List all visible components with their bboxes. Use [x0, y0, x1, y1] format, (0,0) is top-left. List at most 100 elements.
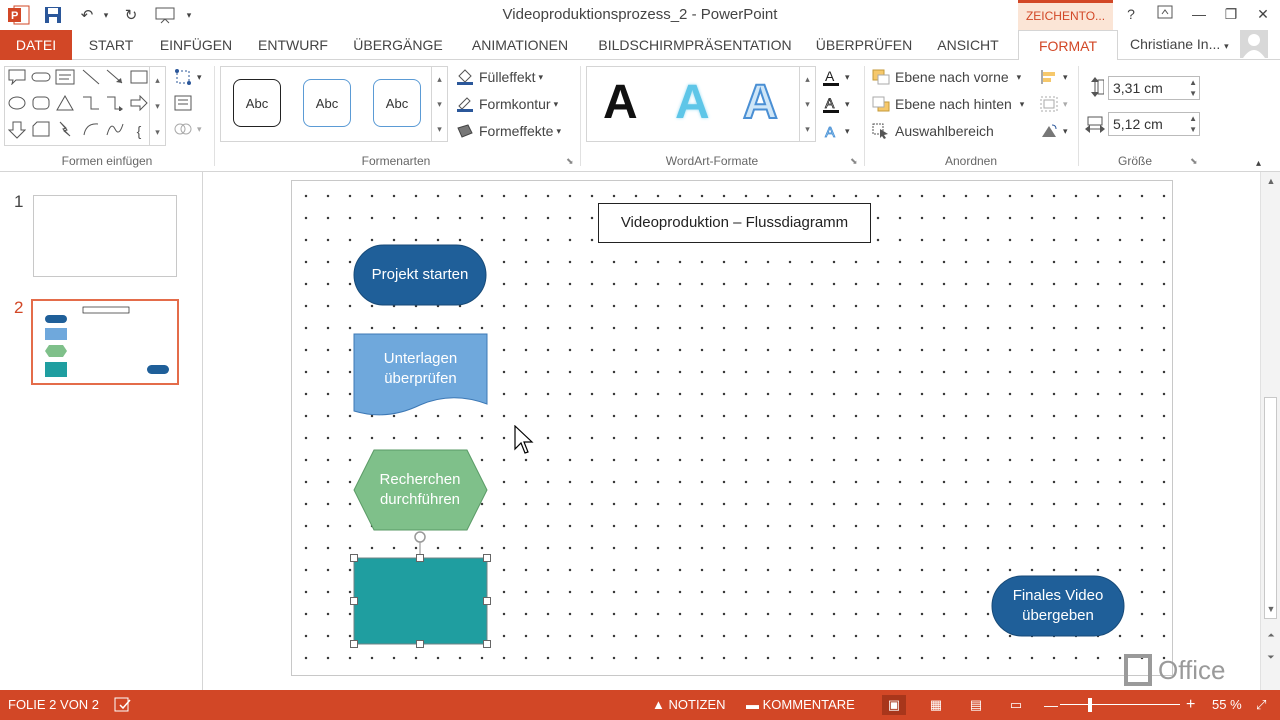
resize-handle[interactable] — [416, 554, 424, 562]
comments-button[interactable]: ▬ KOMMENTARE — [746, 690, 855, 720]
merge-shapes-button[interactable]: ▾ — [174, 118, 202, 140]
styles-scroll-down-icon[interactable]: ▾ — [431, 92, 447, 117]
restore-icon[interactable]: ❐ — [1216, 3, 1246, 25]
shape-style-dark[interactable]: Abc — [233, 79, 281, 127]
shape-styles-launcher-icon[interactable]: ⬊ — [566, 156, 574, 167]
brace-shape-icon[interactable]: { — [129, 121, 149, 141]
shape-style-blue[interactable]: Abc — [303, 79, 351, 127]
tab-review[interactable]: ÜBERPRÜFEN — [810, 30, 918, 60]
wordart-launcher-icon[interactable]: ⬊ — [850, 156, 858, 167]
resize-handle[interactable] — [350, 554, 358, 562]
resize-handle[interactable] — [483, 640, 491, 648]
save-icon[interactable] — [40, 4, 66, 26]
textbox-shape-icon[interactable] — [55, 69, 75, 89]
shape-styles-gallery[interactable]: Abc Abc Abc ▴ ▾ ▾ — [220, 66, 448, 142]
spellcheck-icon[interactable] — [114, 690, 132, 720]
text-effects-button[interactable]: A ▾ — [822, 120, 850, 142]
shape-style-light[interactable]: Abc — [373, 79, 421, 127]
wordart-style-black[interactable]: A — [603, 75, 638, 130]
user-account[interactable]: Christiane In... ▾ — [1130, 30, 1229, 60]
tab-file[interactable]: DATEI — [0, 30, 72, 60]
ribbon-display-icon[interactable] — [1150, 3, 1180, 25]
collapse-ribbon-icon[interactable]: ▴ — [1256, 152, 1261, 174]
undo-icon[interactable]: ↶ — [74, 4, 100, 26]
zoom-slider[interactable] — [1060, 704, 1180, 705]
drawing-tools-context-tab[interactable]: ZEICHENTO... — [1018, 0, 1113, 30]
edit-shape-button[interactable]: ▾ — [174, 66, 202, 88]
lightning-shape-icon[interactable] — [55, 121, 75, 141]
rounded-rectangle-shape-icon[interactable] — [31, 95, 51, 115]
shape-outline-button[interactable]: Formkontur ▾ — [456, 93, 558, 115]
tab-animations[interactable]: ANIMATIONEN — [460, 30, 580, 60]
curve-shape-icon[interactable] — [105, 121, 125, 141]
block-arrow-shape-icon[interactable] — [129, 94, 149, 115]
align-button[interactable]: ▾ — [1040, 66, 1068, 88]
shapes-more-icon[interactable]: ▾ — [149, 119, 165, 145]
zoom-slider-thumb[interactable] — [1088, 698, 1092, 712]
slide-sorter-view-icon[interactable]: ▦ — [924, 695, 948, 715]
wordart-style-outline[interactable]: A — [742, 75, 779, 130]
next-slide-icon[interactable]: ⏷ — [1261, 652, 1280, 663]
textbox-button[interactable] — [174, 92, 197, 114]
resize-handle[interactable] — [350, 640, 358, 648]
undo-dropdown-icon[interactable]: ▾ — [100, 4, 112, 26]
close-icon[interactable]: ✕ — [1248, 3, 1278, 25]
redo-icon[interactable]: ↻ — [118, 4, 144, 26]
tab-view[interactable]: ANSICHT — [928, 30, 1008, 60]
slide-title-box[interactable]: Videoproduktion – Flussdiagramm — [598, 203, 871, 243]
wordart-gallery[interactable]: A A A ▴ ▾ ▾ — [586, 66, 816, 142]
shape-fill-button[interactable]: Fülleffekt ▾ — [456, 66, 543, 88]
resize-handle[interactable] — [350, 597, 358, 605]
oval-shape-icon[interactable] — [7, 95, 27, 115]
resize-handle[interactable] — [483, 554, 491, 562]
triangle-shape-icon[interactable] — [55, 94, 75, 115]
slide-thumbnail-2[interactable] — [31, 299, 179, 385]
minimize-icon[interactable]: — — [1184, 3, 1214, 25]
shapes-scroll-down-icon[interactable]: ▾ — [149, 93, 165, 119]
send-backward-button[interactable]: Ebene nach hinten ▾ — [872, 93, 1024, 115]
node-label-deliver-video[interactable]: Finales Video übergeben — [1004, 583, 1112, 629]
arrow-line-shape-icon[interactable] — [105, 69, 125, 89]
tab-slideshow[interactable]: BILDSCHIRMPRÄSENTATION — [590, 30, 800, 60]
customize-toolbar-icon[interactable]: ▾ — [182, 4, 196, 26]
avatar[interactable] — [1240, 30, 1268, 58]
node-label-process[interactable] — [354, 558, 487, 644]
scrollbar-thumb[interactable] — [1264, 397, 1277, 619]
rounded-oval-shape-icon[interactable] — [31, 69, 51, 89]
wordart-style-glow[interactable]: A — [675, 75, 710, 130]
start-slideshow-icon[interactable] — [152, 4, 178, 26]
zoom-in-icon[interactable]: + — [1186, 690, 1195, 720]
rectangle-shape-icon[interactable] — [129, 69, 149, 89]
text-outline-button[interactable]: A ▾ — [822, 93, 850, 115]
previous-slide-icon[interactable]: ⏶ — [1261, 630, 1280, 641]
tab-insert[interactable]: EINFÜGEN — [152, 30, 240, 60]
resize-handle[interactable] — [416, 640, 424, 648]
tab-start[interactable]: START — [80, 30, 142, 60]
text-fill-button[interactable]: A ▾ — [822, 66, 850, 88]
bring-forward-button[interactable]: Ebene nach vorne ▾ — [872, 66, 1021, 88]
height-spinner-icon[interactable]: ▲ ▼ — [1189, 77, 1197, 99]
scroll-up-icon[interactable]: ▲ — [1261, 176, 1280, 186]
help-icon[interactable]: ? — [1116, 3, 1146, 25]
slide-thumbnail-1[interactable] — [33, 195, 177, 277]
node-label-check-documents[interactable]: Unterlagen überprüfen — [358, 341, 483, 397]
zoom-level[interactable]: 55 % — [1212, 690, 1242, 720]
wordart-scroll-down-icon[interactable]: ▾ — [799, 92, 815, 117]
slide-canvas[interactable]: Videoproduktion – Flussdiagramm Projekt … — [291, 180, 1173, 676]
arc-shape-icon[interactable] — [81, 121, 101, 141]
shapes-gallery[interactable]: { ▴ ▾ ▾ — [4, 66, 166, 146]
reading-view-icon[interactable]: ▤ — [964, 695, 988, 715]
snip-rectangle-shape-icon[interactable] — [31, 121, 51, 141]
rotate-handle-icon[interactable] — [413, 530, 427, 544]
down-arrow-shape-icon[interactable] — [7, 121, 27, 141]
node-label-start[interactable]: Projekt starten — [354, 245, 486, 305]
elbow-connector-shape-icon[interactable] — [81, 95, 101, 115]
slideshow-view-icon[interactable]: ▭ — [1004, 695, 1028, 715]
group-button[interactable]: ▾ — [1040, 93, 1068, 115]
line-shape-icon[interactable] — [81, 69, 101, 89]
width-spinner-icon[interactable]: ▲ ▼ — [1189, 113, 1197, 135]
scroll-down-icon[interactable]: ▼ — [1261, 604, 1280, 614]
shapes-scroll-up-icon[interactable]: ▴ — [149, 67, 165, 93]
styles-more-icon[interactable]: ▾ — [431, 117, 447, 141]
zoom-out-icon[interactable]: — — [1044, 690, 1058, 720]
